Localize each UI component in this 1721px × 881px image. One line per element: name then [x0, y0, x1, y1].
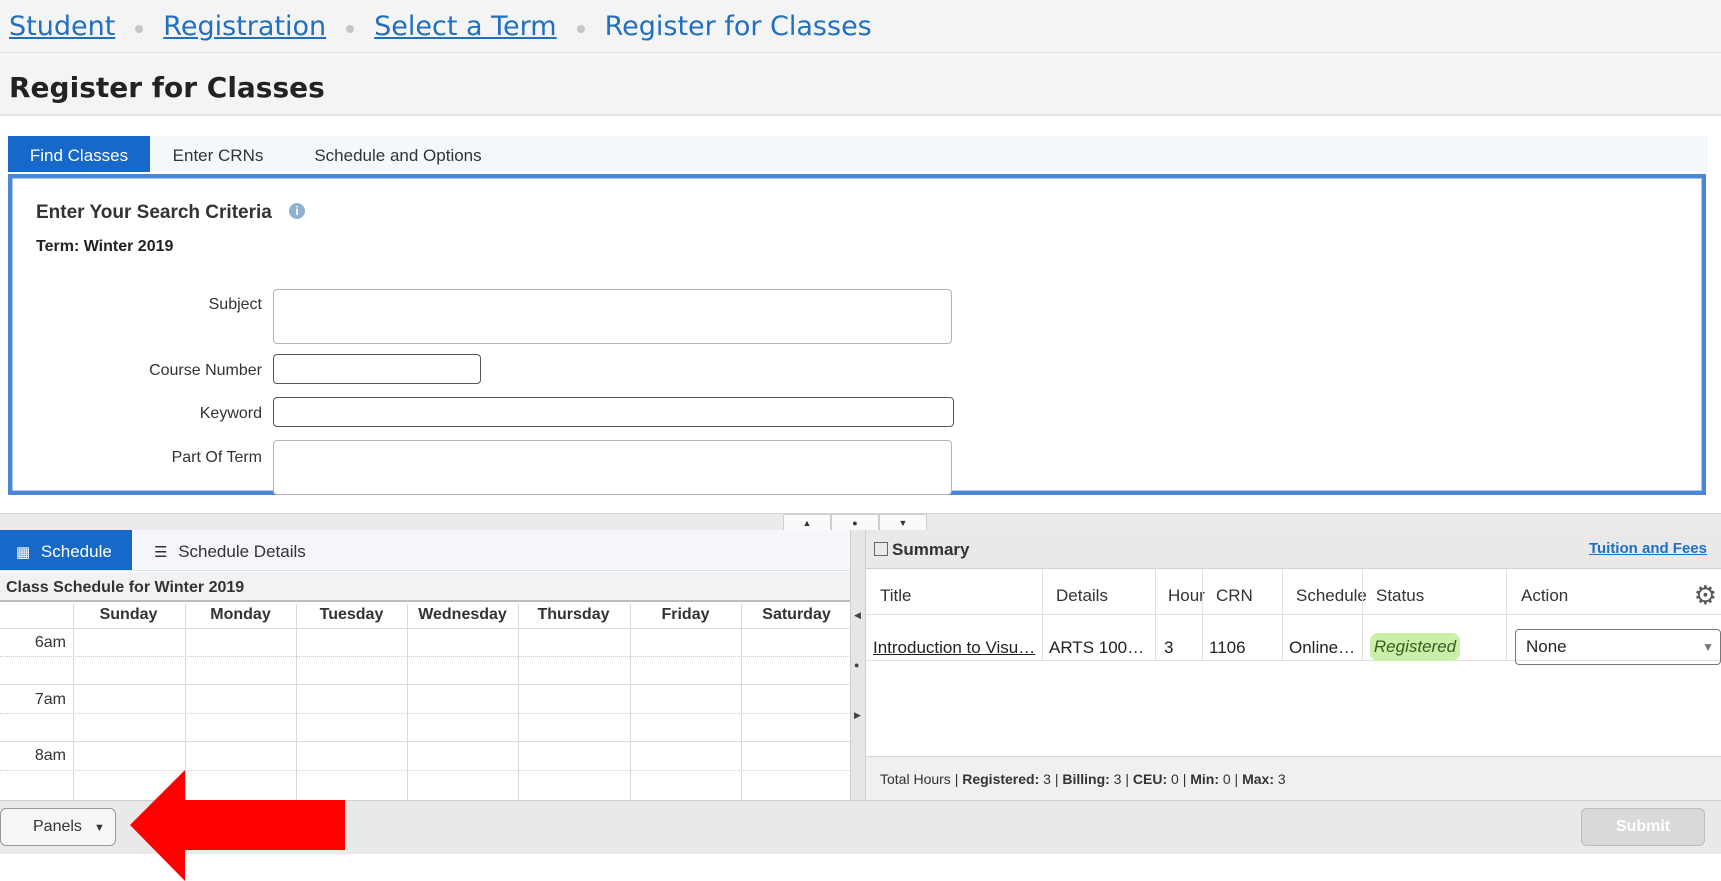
- action-select[interactable]: None ▼: [1515, 629, 1721, 665]
- course-details: ARTS 100…: [1049, 638, 1145, 657]
- part-of-term-label: Part Of Term: [171, 449, 262, 466]
- totals-prefix: Total Hours |: [880, 771, 963, 787]
- grid-line: [0, 770, 850, 771]
- min-value: 0 |: [1218, 771, 1243, 787]
- table-divider: [866, 614, 1721, 615]
- term-label: Term: Winter 2019: [36, 238, 174, 255]
- panels-button[interactable]: Panels ▼: [0, 808, 116, 846]
- tab-find-classes[interactable]: Find Classes: [8, 136, 150, 172]
- vertical-splitter[interactable]: ◀ ● ▶: [850, 530, 866, 800]
- ceu-value: 0 |: [1167, 771, 1191, 787]
- red-arrow-annotation: [130, 770, 345, 881]
- panels-label: Panels: [33, 818, 82, 835]
- tuition-fees-link[interactable]: Tuition and Fees: [1589, 540, 1707, 557]
- breadcrumb-registration-link[interactable]: Registration: [163, 11, 326, 42]
- total-hours-bar: Total Hours | Registered: 3 | Billing: 3…: [866, 756, 1721, 800]
- tab-schedule-details[interactable]: ☰ Schedule Details: [154, 530, 334, 570]
- summary-panel: Summary Tuition and Fees Title Details H…: [866, 530, 1721, 800]
- breadcrumb-separator: [135, 25, 144, 33]
- grid-line: [0, 628, 850, 629]
- column-header-action[interactable]: Action: [1521, 586, 1568, 606]
- submit-button[interactable]: Submit: [1581, 808, 1705, 846]
- course-title-link[interactable]: Introduction to Visu…: [873, 638, 1035, 658]
- chevron-down-icon: ▼: [1702, 640, 1714, 654]
- info-icon[interactable]: i: [289, 203, 305, 219]
- registered-value: 3 |: [1039, 771, 1063, 787]
- keyword-label: Keyword: [199, 405, 262, 422]
- column-header-title[interactable]: Title: [880, 586, 912, 606]
- gear-icon[interactable]: ⚙: [1694, 580, 1717, 611]
- tab-schedule[interactable]: ▦ Schedule: [0, 530, 132, 570]
- grid-line: [0, 713, 850, 714]
- search-criteria-title: Enter Your Search Criteria: [36, 202, 272, 223]
- time-label: 7am: [34, 691, 66, 708]
- list-icon: ☰: [154, 544, 168, 561]
- page-title: Register for Classes: [9, 71, 325, 104]
- column-header-details[interactable]: Details: [1056, 586, 1108, 606]
- course-crn: 1106: [1209, 638, 1246, 657]
- day-header: Thursday: [537, 606, 610, 623]
- breadcrumb-select-term-link[interactable]: Select a Term: [374, 11, 556, 42]
- breadcrumb-student-link[interactable]: Student: [9, 11, 115, 42]
- search-criteria-panel: Enter Your Search Criteria i Term: Winte…: [8, 174, 1706, 495]
- grid-line: [0, 656, 850, 657]
- time-label: 6am: [34, 634, 66, 651]
- schedule-tabs: ▦ Schedule ☰ Schedule Details: [0, 530, 850, 571]
- breadcrumb-separator: [346, 25, 355, 33]
- registered-label: Registered:: [962, 771, 1040, 787]
- day-header: Wednesday: [418, 606, 507, 623]
- subject-input[interactable]: [273, 289, 952, 344]
- subject-label: Subject: [208, 296, 262, 313]
- column-header-schedule[interactable]: Schedule: [1296, 586, 1366, 606]
- day-header: Sunday: [99, 606, 158, 623]
- class-schedule-title: Class Schedule for Winter 2019: [0, 572, 850, 602]
- max-label: Max:: [1242, 771, 1274, 787]
- breadcrumb: Student Registration Select a Term Regis…: [0, 0, 1721, 53]
- billing-value: 3 |: [1109, 771, 1133, 787]
- billing-label: Billing:: [1062, 771, 1110, 787]
- day-header: Monday: [210, 606, 271, 623]
- collapse-right-icon[interactable]: ▶: [854, 710, 861, 721]
- panel-splitter[interactable]: ▲ ● ▼: [0, 513, 1721, 531]
- course-schedule: Online…: [1289, 638, 1356, 657]
- course-number-label: Course Number: [149, 362, 262, 379]
- collapse-left-icon[interactable]: ◀: [854, 610, 861, 621]
- action-select-value: None: [1526, 637, 1567, 656]
- schedule-panel: ▦ Schedule ☰ Schedule Details Class Sche…: [0, 530, 850, 800]
- day-header: Saturday: [762, 606, 831, 623]
- breadcrumb-separator: [576, 25, 585, 33]
- grid-line: [0, 741, 850, 742]
- weekly-calendar: Sunday Monday Tuesday Wednesday Thursday…: [0, 604, 850, 800]
- chevron-down-icon: ▼: [94, 822, 105, 834]
- min-label: Min:: [1190, 771, 1219, 787]
- grid-line: [0, 684, 850, 685]
- course-number-input[interactable]: [273, 354, 481, 384]
- collapse-up-icon[interactable]: ▲: [783, 514, 831, 531]
- status-badge: Registered: [1370, 633, 1460, 661]
- max-value: 3: [1273, 771, 1286, 787]
- keyword-input[interactable]: [273, 397, 954, 427]
- registration-tabs: Find Classes Enter CRNs Schedule and Opt…: [8, 136, 1708, 172]
- day-header: Friday: [661, 606, 710, 623]
- collapse-down-icon[interactable]: ▼: [879, 514, 927, 531]
- column-header-crn[interactable]: CRN: [1216, 586, 1253, 606]
- course-hours: 3: [1164, 638, 1174, 657]
- summary-icon: [874, 542, 888, 556]
- breadcrumb-current: Register for Classes: [604, 10, 872, 42]
- ceu-label: CEU:: [1132, 771, 1168, 787]
- tab-schedule-options[interactable]: Schedule and Options: [298, 136, 498, 172]
- splitter-center-icon[interactable]: ●: [831, 514, 879, 531]
- splitter-center-icon[interactable]: ●: [854, 660, 859, 670]
- title-bar: Register for Classes: [0, 53, 1721, 116]
- calendar-icon: ▦: [16, 544, 31, 561]
- summary-title: Summary: [892, 540, 970, 559]
- day-header: Tuesday: [319, 606, 384, 623]
- tab-enter-crns[interactable]: Enter CRNs: [158, 136, 278, 172]
- time-label: 8am: [34, 747, 66, 764]
- summary-header: Summary Tuition and Fees: [866, 530, 1721, 569]
- column-header-status[interactable]: Status: [1376, 586, 1424, 606]
- part-of-term-input[interactable]: [273, 440, 952, 495]
